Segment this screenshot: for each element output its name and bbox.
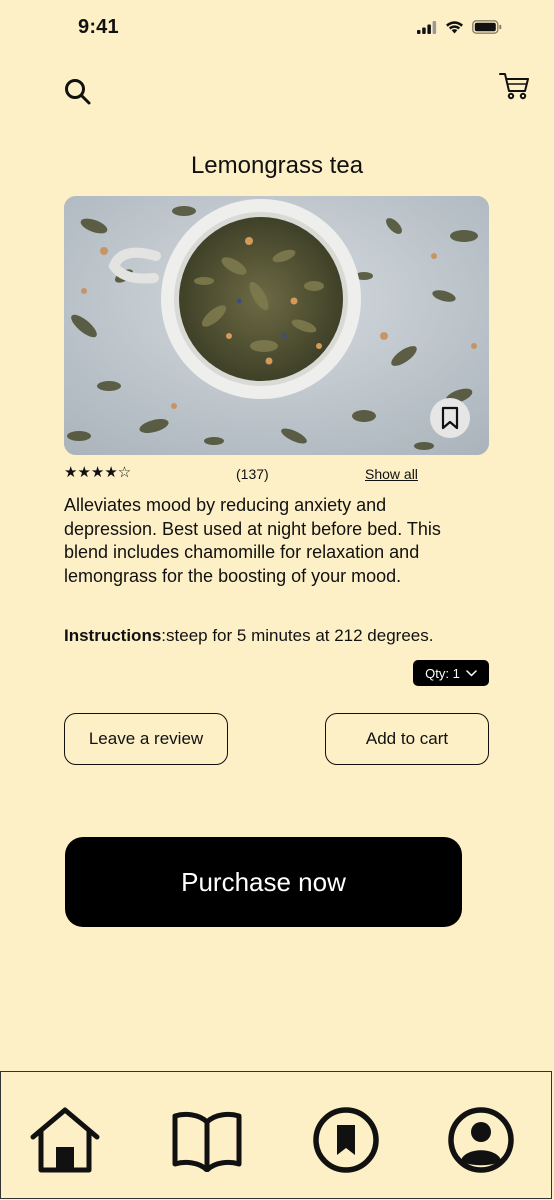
- product-title: Lemongrass tea: [190, 152, 364, 179]
- home-icon: [30, 1107, 100, 1173]
- product-description: Alleviates mood by reducing anxiety and …: [64, 495, 441, 586]
- signal-icon: [417, 20, 437, 34]
- bottom-nav: [0, 1071, 552, 1199]
- nav-home[interactable]: [25, 1102, 105, 1178]
- cart-icon: [499, 73, 529, 100]
- nav-saved[interactable]: [306, 1102, 386, 1178]
- rating-row: ★★★★☆ (137) Show all: [64, 462, 489, 486]
- instructions-text: :steep for 5 minutes at 212 degrees.: [161, 626, 434, 645]
- star-rating: ★★★★☆: [64, 464, 132, 481]
- instructions-label: Instructions: [64, 626, 162, 645]
- search-icon: [65, 79, 91, 105]
- search-button[interactable]: [62, 76, 94, 108]
- bookmark-button[interactable]: [430, 398, 470, 438]
- bookmark-circle-icon: [313, 1107, 379, 1173]
- product-instructions: Instructions:steep for 5 minutes at 212 …: [64, 626, 433, 646]
- quantity-select[interactable]: Qty: 1: [413, 660, 489, 686]
- show-all-link[interactable]: Show all: [365, 466, 418, 482]
- battery-icon: [472, 20, 502, 34]
- bookmark-icon: [441, 406, 459, 430]
- tea-cup-image: [64, 196, 489, 455]
- status-time: 9:41: [78, 16, 119, 38]
- nav-library[interactable]: [167, 1102, 247, 1178]
- wifi-icon: [446, 21, 463, 34]
- quantity-label: Qty: 1: [425, 665, 460, 681]
- status-bar: 9:41: [0, 0, 554, 58]
- book-icon: [172, 1111, 242, 1172]
- cart-button[interactable]: [498, 70, 532, 102]
- add-to-cart-button[interactable]: Add to cart: [325, 713, 489, 765]
- nav-profile[interactable]: [441, 1102, 521, 1178]
- product-image: [64, 196, 489, 455]
- purchase-now-button[interactable]: Purchase now: [65, 837, 462, 927]
- review-count: (137): [236, 466, 269, 482]
- leave-review-button[interactable]: Leave a review: [64, 713, 228, 765]
- profile-icon: [448, 1107, 514, 1173]
- chevron-down-icon: [466, 669, 477, 676]
- status-icons: [417, 20, 502, 34]
